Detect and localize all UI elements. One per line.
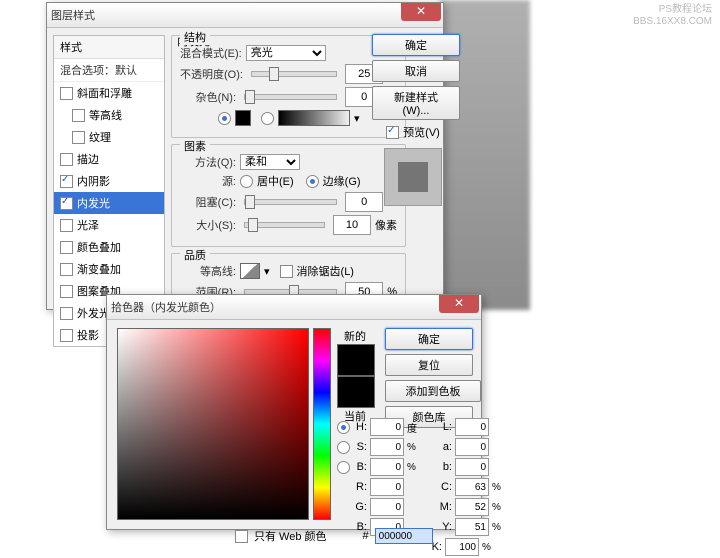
color-value-input[interactable] xyxy=(370,438,404,456)
color-picker-dialog: 拾色器（内发光颜色） ✕ 新的 当前 确定 复位 添加到色板 颜色库 H:度L:… xyxy=(106,294,482,530)
style-item[interactable]: 渐变叠加 xyxy=(54,258,164,280)
color-swatch[interactable] xyxy=(235,110,251,126)
style-checkbox[interactable] xyxy=(72,109,85,122)
style-checkbox[interactable] xyxy=(60,241,73,254)
style-item[interactable]: 光泽 xyxy=(54,214,164,236)
hex-input[interactable] xyxy=(375,528,433,544)
color-radio[interactable] xyxy=(218,112,231,125)
color-value-input[interactable] xyxy=(455,478,489,496)
color-field[interactable] xyxy=(117,328,309,520)
hue-slider[interactable] xyxy=(313,328,331,520)
size-slider[interactable] xyxy=(244,222,325,228)
current-color-swatch[interactable] xyxy=(337,376,375,408)
color-value-input[interactable] xyxy=(455,498,489,516)
watermark: PS教程论坛 BBS.16XX8.COM xyxy=(633,4,712,28)
color-value-input[interactable] xyxy=(455,458,489,476)
ok-button[interactable]: 确定 xyxy=(385,328,473,350)
new-color-swatch[interactable] xyxy=(337,344,375,376)
style-checkbox[interactable] xyxy=(60,329,73,342)
color-value-input[interactable] xyxy=(370,478,404,496)
color-value-input[interactable] xyxy=(370,498,404,516)
style-label: 投影 xyxy=(77,327,99,343)
group-structure: 结构 混合模式(E): 亮光 不透明度(O): % 杂色(N): % ▾ xyxy=(171,35,406,138)
contour-picker[interactable] xyxy=(240,263,260,279)
gradient-radio[interactable] xyxy=(261,112,274,125)
new-current-swatches: 新的 当前 xyxy=(337,328,373,424)
cancel-button[interactable]: 取消 xyxy=(372,60,460,82)
style-checkbox[interactable] xyxy=(60,219,73,232)
style-item[interactable]: 纹理 xyxy=(54,126,164,148)
style-checkbox[interactable] xyxy=(60,153,73,166)
titlebar[interactable]: 拾色器（内发光颜色） ✕ xyxy=(107,295,481,320)
style-item[interactable]: 等高线 xyxy=(54,104,164,126)
style-label: 渐变叠加 xyxy=(77,261,121,277)
style-checkbox[interactable] xyxy=(72,131,85,144)
color-value-input[interactable] xyxy=(455,418,489,436)
cancel-button[interactable]: 复位 xyxy=(385,354,473,376)
style-label: 内发光 xyxy=(77,195,110,211)
color-value-input[interactable] xyxy=(455,438,489,456)
blend-mode-select[interactable]: 亮光 xyxy=(246,45,326,61)
style-label: 描边 xyxy=(77,151,99,167)
channel-radio[interactable] xyxy=(337,461,350,474)
close-icon[interactable]: ✕ xyxy=(439,295,479,313)
choke-slider[interactable] xyxy=(244,199,337,205)
color-value-input[interactable] xyxy=(455,518,489,536)
color-value-input[interactable] xyxy=(370,458,404,476)
style-item[interactable]: 颜色叠加 xyxy=(54,236,164,258)
channel-radio[interactable] xyxy=(337,441,350,454)
source-center-radio[interactable] xyxy=(240,175,253,188)
technique-select[interactable]: 柔和 xyxy=(240,154,300,170)
color-value-input[interactable] xyxy=(445,538,479,556)
blend-options-default[interactable]: 混合选项：默认 xyxy=(54,59,164,82)
style-label: 颜色叠加 xyxy=(77,239,121,255)
style-item[interactable]: 内发光 xyxy=(54,192,164,214)
add-swatch-button[interactable]: 添加到色板 xyxy=(385,380,481,402)
channel-radio[interactable] xyxy=(337,421,350,434)
style-item[interactable]: 描边 xyxy=(54,148,164,170)
ok-button[interactable]: 确定 xyxy=(372,34,460,56)
style-item[interactable]: 内阴影 xyxy=(54,170,164,192)
style-checkbox[interactable] xyxy=(60,197,73,210)
style-checkbox[interactable] xyxy=(60,87,73,100)
group-elements: 图素 方法(Q): 柔和 源: 居中(E) 边缘(G) 阻塞(C): % 大小(… xyxy=(171,144,406,247)
dialog-title: 拾色器（内发光颜色） xyxy=(111,299,221,315)
chevron-down-icon[interactable]: ▾ xyxy=(264,265,270,278)
style-checkbox[interactable] xyxy=(60,307,73,320)
source-edge-radio[interactable] xyxy=(306,175,319,188)
dialog-title: 图层样式 xyxy=(51,7,95,23)
web-only-checkbox[interactable] xyxy=(235,530,248,543)
chevron-down-icon[interactable]: ▾ xyxy=(354,112,360,125)
close-icon[interactable]: ✕ xyxy=(401,3,441,21)
noise-slider[interactable] xyxy=(244,94,337,100)
style-label: 等高线 xyxy=(89,107,122,123)
style-checkbox[interactable] xyxy=(60,285,73,298)
styles-header[interactable]: 样式 xyxy=(54,36,164,59)
style-label: 内阴影 xyxy=(77,173,110,189)
titlebar[interactable]: 图层样式 ✕ xyxy=(47,3,443,28)
style-label: 纹理 xyxy=(89,129,111,145)
style-checkbox[interactable] xyxy=(60,175,73,188)
preview-box xyxy=(384,148,442,206)
color-value-input[interactable] xyxy=(370,418,404,436)
style-label: 光泽 xyxy=(77,217,99,233)
antialias-checkbox[interactable] xyxy=(280,265,293,278)
style-checkbox[interactable] xyxy=(60,263,73,276)
opacity-slider[interactable] xyxy=(251,71,337,77)
size-input[interactable] xyxy=(333,215,371,235)
preview-checkbox[interactable] xyxy=(386,126,399,139)
gradient-preview[interactable] xyxy=(278,110,350,126)
style-label: 斜面和浮雕 xyxy=(77,85,132,101)
new-style-button[interactable]: 新建样式(W)... xyxy=(372,86,460,120)
style-item[interactable]: 斜面和浮雕 xyxy=(54,82,164,104)
